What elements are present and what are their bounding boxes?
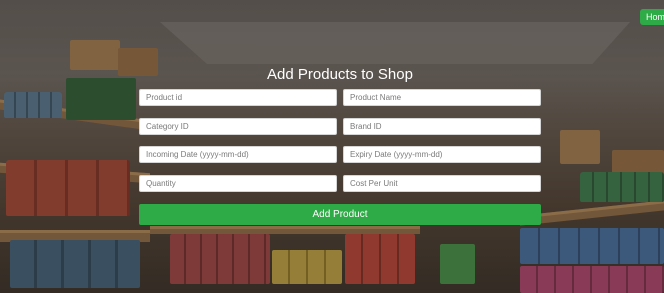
expiry-date-input[interactable]: [343, 146, 541, 163]
quantity-input[interactable]: [139, 175, 337, 192]
category-id-input[interactable]: [139, 118, 337, 135]
page-title: Add Products to Shop: [267, 66, 413, 83]
add-product-button[interactable]: Add Product: [139, 204, 541, 225]
cost-per-unit-input[interactable]: [343, 175, 541, 192]
home-button[interactable]: Home: [640, 9, 664, 25]
incoming-date-input[interactable]: [139, 146, 337, 163]
product-id-input[interactable]: [139, 89, 337, 106]
brand-id-input[interactable]: [343, 118, 541, 135]
product-name-input[interactable]: [343, 89, 541, 106]
